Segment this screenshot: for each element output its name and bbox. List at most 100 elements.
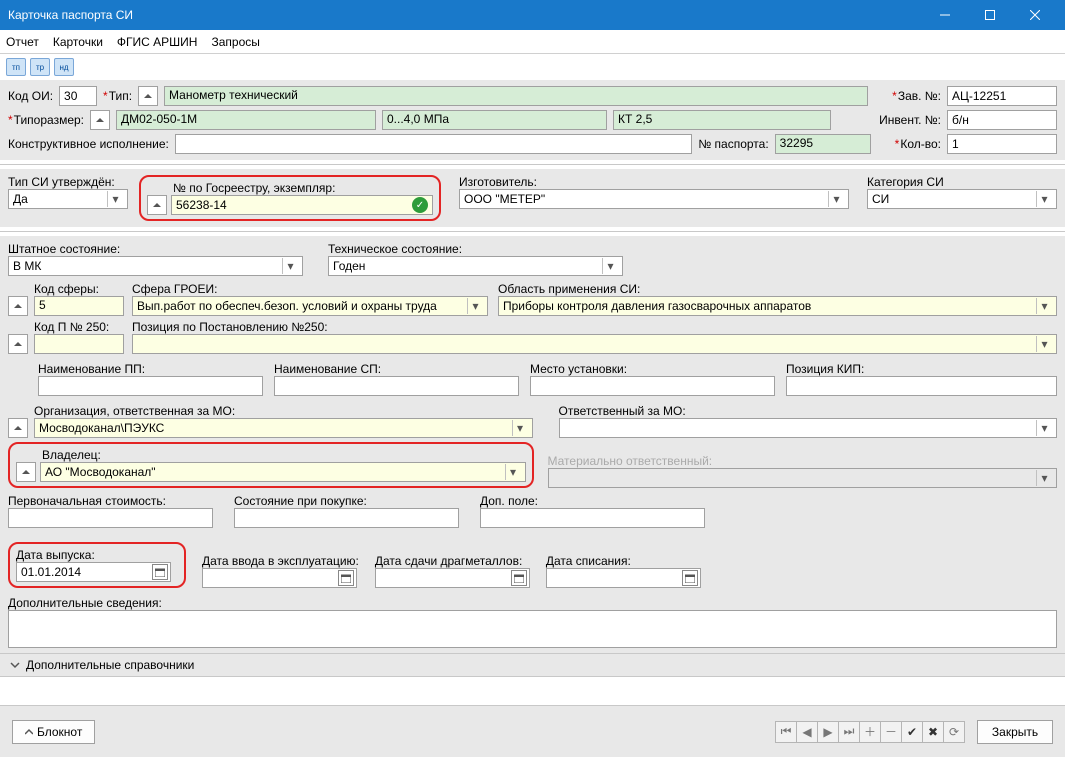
type-si-select[interactable]: Да ▾	[8, 189, 128, 209]
area-select[interactable]: Приборы контроля давления газосварочных …	[498, 296, 1057, 316]
pp-input[interactable]	[38, 376, 263, 396]
menu-report[interactable]: Отчет	[6, 35, 39, 49]
inv-no-input[interactable]	[947, 110, 1057, 130]
owner-pick-button[interactable]	[16, 462, 36, 482]
nav-remove-icon[interactable]: －	[880, 721, 902, 743]
sphere-label: Сфера ГРОЕИ:	[132, 282, 492, 296]
chevron-down-icon: ▾	[467, 298, 483, 314]
chevron-down-icon	[10, 660, 20, 670]
expander-additional-directories[interactable]: Дополнительные справочники	[0, 653, 1065, 677]
chevron-down-icon: ▾	[602, 258, 618, 274]
nav-commit-icon[interactable]: ✔	[901, 721, 923, 743]
nav-prev-icon[interactable]: ◀	[796, 721, 818, 743]
tool-tr-icon[interactable]: тр	[30, 58, 50, 76]
extra-field-input[interactable]	[480, 508, 705, 528]
expander-label: Дополнительные справочники	[26, 658, 194, 672]
resp-select[interactable]: ▾	[559, 418, 1058, 438]
staff-select[interactable]: В МК ▾	[8, 256, 303, 276]
type-si-label: Тип СИ утверждён:	[8, 175, 133, 189]
sphere-code-label: Код сферы:	[34, 282, 126, 296]
menubar: Отчет Карточки ФГИС АРШИН Запросы	[0, 30, 1065, 54]
constr-label: Конструктивное исполнение:	[8, 137, 169, 151]
code-p250-label: Код П № 250:	[34, 320, 126, 334]
minimize-button[interactable]	[922, 0, 967, 30]
type-pick-button[interactable]	[138, 86, 158, 106]
sp-input[interactable]	[274, 376, 519, 396]
purchase-label: Состояние при покупке:	[234, 494, 464, 508]
purchase-input[interactable]	[234, 508, 459, 528]
menu-cards[interactable]: Карточки	[53, 35, 103, 49]
calendar-icon[interactable]	[682, 570, 698, 586]
tech-select[interactable]: Годен ▾	[328, 256, 623, 276]
owner-highlight: Владелец: АО "Мосводоканал" ▾	[8, 442, 534, 488]
chevron-down-icon: ▾	[828, 191, 844, 207]
tool-tp-icon[interactable]: тп	[6, 58, 26, 76]
commission-label: Дата ввода в эксплуатацию:	[202, 554, 359, 568]
check-ok-icon: ✓	[412, 197, 428, 213]
nav-add-icon[interactable]: ＋	[859, 721, 881, 743]
calendar-icon[interactable]	[338, 570, 354, 586]
metal-label: Дата сдачи драгметаллов:	[375, 554, 530, 568]
typesize-pick-button[interactable]	[90, 110, 110, 130]
gosreestr-pick-button[interactable]	[147, 195, 167, 215]
p250-pick-button[interactable]	[8, 334, 28, 354]
nav-next-icon[interactable]: ▶	[817, 721, 839, 743]
pos250-select[interactable]: ▾	[132, 334, 1057, 354]
range-value: 0...4,0 МПа	[382, 110, 607, 130]
gosreestr-label: № по Госреестру, экземпляр:	[173, 181, 433, 195]
menu-fgis[interactable]: ФГИС АРШИН	[117, 35, 198, 49]
menu-queries[interactable]: Запросы	[211, 35, 259, 49]
tool-nd-icon[interactable]: нд	[54, 58, 74, 76]
close-window-button[interactable]	[1012, 0, 1057, 30]
close-button[interactable]: Закрыть	[977, 720, 1053, 744]
release-date-value: 01.01.2014	[21, 565, 81, 579]
commission-date-input[interactable]	[202, 568, 357, 588]
area-value: Приборы контроля давления газосварочных …	[503, 299, 811, 313]
nav-last-icon[interactable]: ⏭	[838, 721, 860, 743]
maximize-button[interactable]	[967, 0, 1012, 30]
zav-no-input[interactable]	[947, 86, 1057, 106]
kip-input[interactable]	[786, 376, 1057, 396]
type-si-value: Да	[13, 192, 28, 206]
close-label: Закрыть	[992, 725, 1038, 739]
window-title: Карточка паспорта СИ	[8, 8, 922, 22]
code-oi-input[interactable]	[59, 86, 97, 106]
notepad-button[interactable]: Блокнот	[12, 720, 95, 744]
calendar-icon[interactable]	[152, 564, 168, 580]
owner-select[interactable]: АО "Мосводоканал" ▾	[40, 462, 526, 482]
chevron-down-icon: ▾	[512, 420, 528, 436]
sphere-select[interactable]: Вып.работ по обеспеч.безоп. условий и ох…	[132, 296, 488, 316]
place-input[interactable]	[530, 376, 775, 396]
constr-input[interactable]	[175, 134, 692, 154]
metal-date-input[interactable]	[375, 568, 530, 588]
nav-refresh-icon[interactable]: ⟳	[943, 721, 965, 743]
chevron-down-icon: ▾	[1036, 336, 1052, 352]
chevron-down-icon: ▾	[1036, 470, 1052, 486]
nav-first-icon[interactable]: ⏮	[775, 721, 797, 743]
calendar-icon[interactable]	[511, 570, 527, 586]
pp-label: Наименование ПП:	[38, 362, 268, 376]
resp-label: Ответственный за МО:	[559, 404, 1058, 418]
cost-input[interactable]	[8, 508, 213, 528]
nav-cancel-icon[interactable]: ✖	[922, 721, 944, 743]
org-label: Организация, ответственная за МО:	[34, 404, 533, 418]
release-date-input[interactable]: 01.01.2014	[16, 562, 171, 582]
gosreestr-highlight: № по Госреестру, экземпляр: 56238-14 ✓	[139, 175, 441, 221]
org-pick-button[interactable]	[8, 418, 28, 438]
qty-input[interactable]	[947, 134, 1057, 154]
sphere-pick-button[interactable]	[8, 296, 28, 316]
kip-label: Позиция КИП:	[786, 362, 1057, 376]
org-select[interactable]: Мосводоканал\ПЭУКС ▾	[34, 418, 533, 438]
code-p250-value	[34, 334, 124, 354]
gosreestr-field[interactable]: 56238-14 ✓	[171, 195, 433, 215]
sp-label: Наименование СП:	[274, 362, 524, 376]
writeoff-date-input[interactable]	[546, 568, 701, 588]
gosreestr-value: 56238-14	[176, 198, 227, 212]
manufacturer-select[interactable]: ООО "МЕТЕР" ▾	[459, 189, 849, 209]
category-select[interactable]: СИ ▾	[867, 189, 1057, 209]
extra-field-label: Доп. поле:	[480, 494, 710, 508]
extra-info-textarea[interactable]	[8, 610, 1057, 648]
staff-value: В МК	[13, 259, 41, 273]
category-label: Категория СИ	[867, 175, 1057, 189]
zav-no-label: Зав. №:	[892, 89, 941, 103]
